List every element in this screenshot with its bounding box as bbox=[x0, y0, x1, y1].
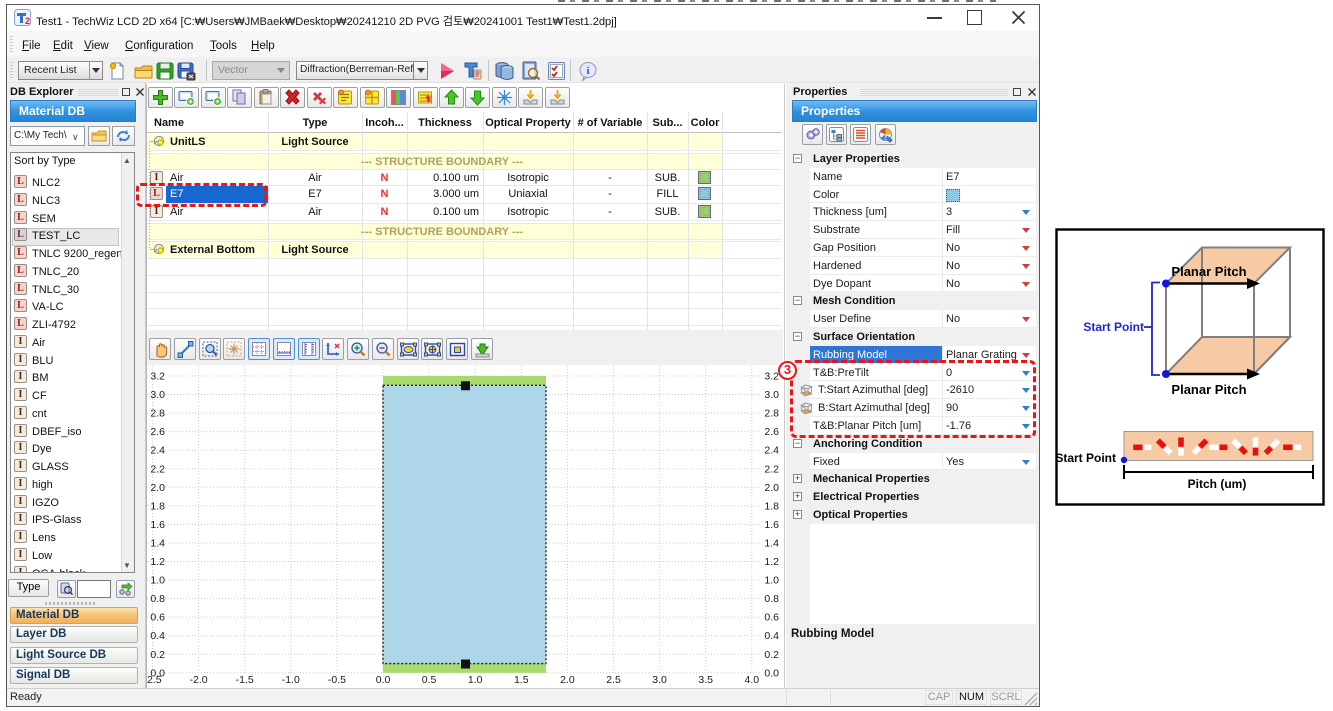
svg-text:-1.5: -1.5 bbox=[236, 674, 254, 686]
svg-text:0.8: 0.8 bbox=[150, 593, 165, 605]
svg-text:2.2: 2.2 bbox=[150, 463, 165, 475]
svg-text:1.4: 1.4 bbox=[764, 537, 779, 549]
svg-text:1.6: 1.6 bbox=[150, 519, 165, 531]
svg-text:1.8: 1.8 bbox=[764, 500, 779, 512]
svg-text:1.2: 1.2 bbox=[150, 556, 165, 568]
svg-text:1.5: 1.5 bbox=[514, 674, 529, 686]
svg-text:Start Point: Start Point bbox=[1083, 320, 1144, 334]
svg-text:0.4: 0.4 bbox=[764, 630, 779, 642]
svg-text:1.2: 1.2 bbox=[764, 556, 779, 568]
svg-text:Pitch (um): Pitch (um) bbox=[1188, 477, 1247, 491]
svg-text:3.0: 3.0 bbox=[652, 674, 667, 686]
svg-text:1.0: 1.0 bbox=[764, 575, 779, 587]
svg-text:2.0: 2.0 bbox=[764, 482, 779, 494]
svg-text:3.2: 3.2 bbox=[150, 371, 165, 383]
svg-text:Start Point: Start Point bbox=[1055, 451, 1116, 465]
svg-text:3.0: 3.0 bbox=[150, 389, 165, 401]
svg-text:0.0: 0.0 bbox=[764, 667, 779, 679]
svg-text:0.8: 0.8 bbox=[764, 593, 779, 605]
svg-text:0.0: 0.0 bbox=[376, 674, 391, 686]
svg-text:2.6: 2.6 bbox=[150, 426, 165, 438]
svg-text:2.2: 2.2 bbox=[764, 463, 779, 475]
svg-text:0.6: 0.6 bbox=[150, 612, 165, 624]
svg-text:Planar Pitch: Planar Pitch bbox=[1171, 382, 1246, 397]
svg-text:2.0: 2.0 bbox=[150, 482, 165, 494]
svg-text:-0.5: -0.5 bbox=[328, 674, 346, 686]
svg-text:1.0: 1.0 bbox=[468, 674, 483, 686]
svg-text:1.4: 1.4 bbox=[150, 537, 165, 549]
svg-text:2.6: 2.6 bbox=[764, 426, 779, 438]
svg-text:0.6: 0.6 bbox=[764, 612, 779, 624]
svg-text:2.4: 2.4 bbox=[764, 445, 779, 457]
svg-text:0.2: 0.2 bbox=[764, 649, 779, 661]
svg-text:1.6: 1.6 bbox=[764, 519, 779, 531]
svg-text:2.8: 2.8 bbox=[150, 408, 165, 420]
svg-text:2.0: 2.0 bbox=[560, 674, 575, 686]
svg-text:0.5: 0.5 bbox=[422, 674, 437, 686]
svg-text:2.4: 2.4 bbox=[150, 445, 165, 457]
svg-text:i: i bbox=[586, 65, 589, 77]
svg-text:-1.0: -1.0 bbox=[282, 674, 300, 686]
svg-text:3.5: 3.5 bbox=[698, 674, 713, 686]
svg-text:Planar Pitch: Planar Pitch bbox=[1171, 264, 1246, 279]
svg-text:0.2: 0.2 bbox=[150, 649, 165, 661]
svg-text:1.0: 1.0 bbox=[150, 575, 165, 587]
svg-text:1.8: 1.8 bbox=[150, 500, 165, 512]
svg-text:-2.5: -2.5 bbox=[147, 674, 162, 686]
svg-text:2.8: 2.8 bbox=[764, 408, 779, 420]
svg-text:-2.0: -2.0 bbox=[190, 674, 208, 686]
svg-text:4.0: 4.0 bbox=[744, 674, 759, 686]
svg-text:0.4: 0.4 bbox=[150, 630, 165, 642]
svg-text:3.0: 3.0 bbox=[764, 389, 779, 401]
svg-text:3.2: 3.2 bbox=[764, 371, 779, 383]
svg-text:2.5: 2.5 bbox=[606, 674, 621, 686]
